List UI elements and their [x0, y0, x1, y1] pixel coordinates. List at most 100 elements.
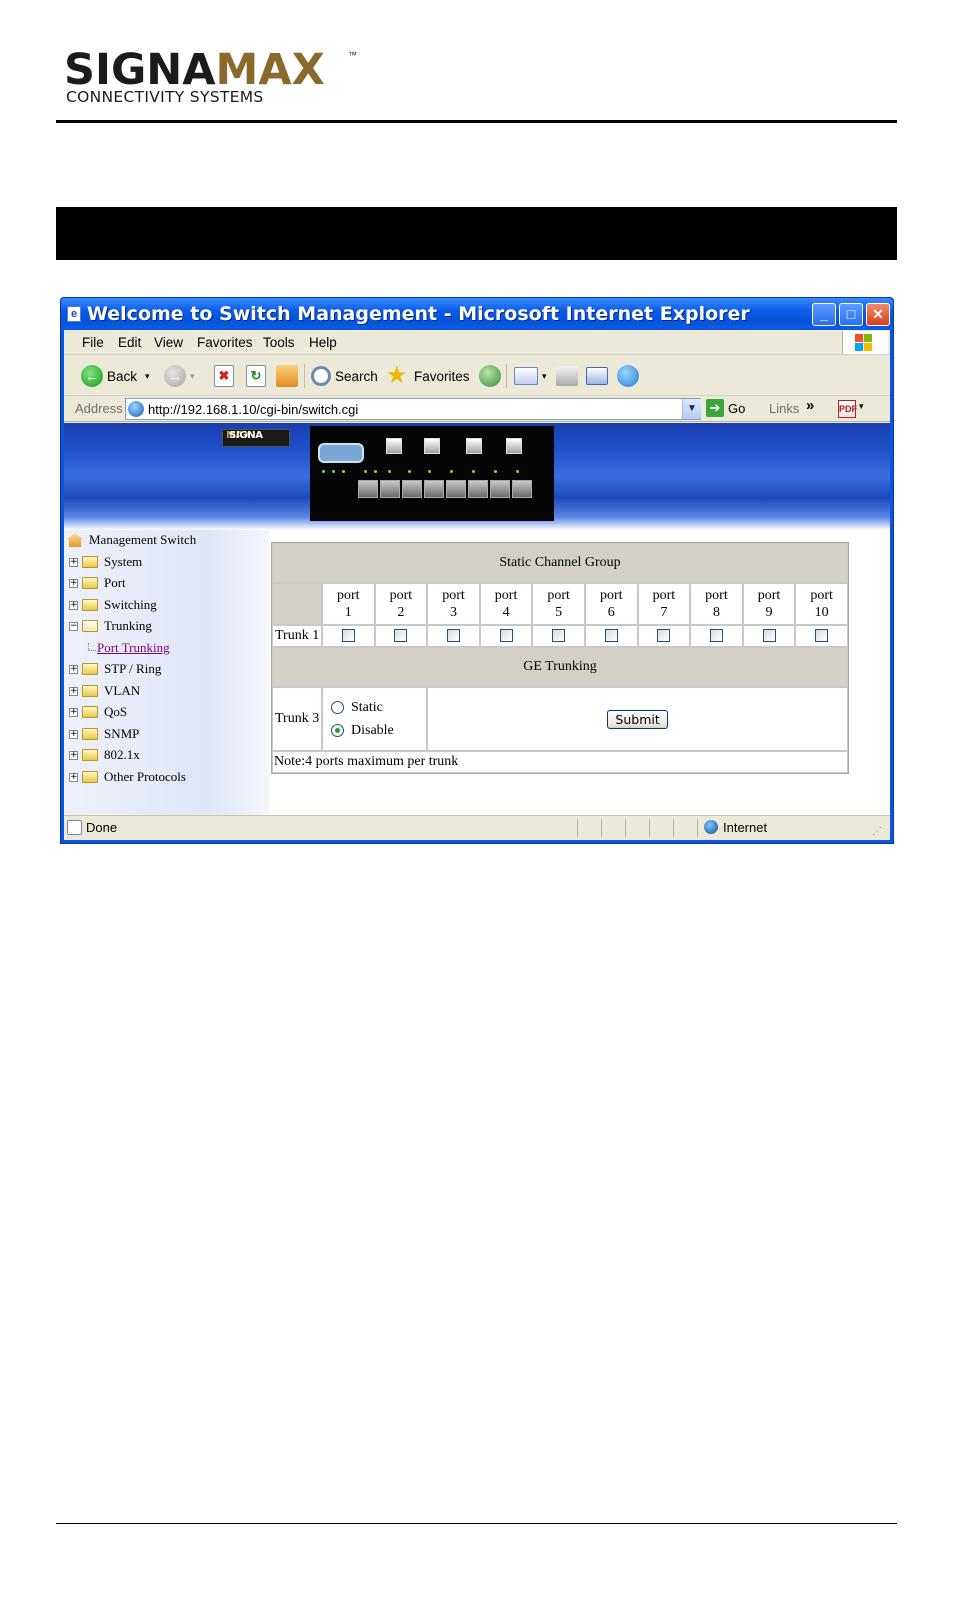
history-button[interactable] — [479, 363, 505, 389]
collapse-icon[interactable]: − — [69, 621, 78, 631]
port-header: port 6 — [584, 583, 638, 625]
expand-icon[interactable]: + — [69, 750, 78, 760]
switch-front-panel-image — [310, 426, 554, 521]
tree-root[interactable]: Management Switch — [67, 531, 196, 549]
minimize-button[interactable]: _ — [812, 303, 836, 326]
port-header: port 8 — [690, 583, 743, 625]
expand-icon[interactable]: + — [69, 772, 78, 782]
search-icon — [311, 366, 331, 386]
port-header: port 10 — [795, 583, 848, 625]
menu-tools[interactable]: Tools — [263, 335, 295, 350]
forward-arrow-icon: → — [164, 365, 186, 387]
messenger-button[interactable] — [617, 363, 643, 389]
address-bar: Address http://192.168.1.10/cgi-bin/swit… — [64, 397, 890, 422]
mail-button[interactable]: ▾ — [514, 363, 547, 389]
menu-help[interactable]: Help — [309, 335, 337, 350]
rj45-port-icon — [490, 480, 510, 498]
stop-icon: ✖ — [214, 365, 234, 387]
submit-button[interactable]: Submit — [607, 709, 668, 729]
tree-item-stp-ring[interactable]: + STP / Ring — [69, 660, 161, 678]
tree-item-port[interactable]: + Port — [69, 574, 126, 592]
trunk1-port6-checkbox[interactable] — [604, 629, 618, 643]
menu-file[interactable]: File — [82, 335, 104, 350]
tree-item-vlan[interactable]: + VLAN — [69, 682, 140, 700]
go-button[interactable]: ➔ Go — [706, 399, 745, 417]
forward-button[interactable]: → ▾ — [164, 363, 195, 389]
trunk1-port5-checkbox[interactable] — [552, 629, 566, 643]
trunk1-port3-checkbox[interactable] — [446, 629, 460, 643]
trunk1-port10-checkbox[interactable] — [815, 629, 829, 643]
expand-icon[interactable]: + — [69, 729, 78, 739]
expand-icon[interactable]: + — [69, 686, 78, 696]
favorites-button[interactable]: ★ Favorites — [386, 363, 470, 389]
static-radio[interactable] — [331, 701, 344, 714]
port-header: port 1 — [322, 583, 375, 625]
trunk3-row: Trunk 3 Static Disable Submit — [272, 687, 848, 751]
static-radio-option[interactable]: Static — [331, 696, 426, 719]
tree-item-other-protocols[interactable]: + Other Protocols — [69, 768, 186, 786]
search-button[interactable]: Search — [311, 363, 378, 389]
status-text: Done — [86, 820, 118, 835]
expand-icon[interactable]: + — [69, 707, 78, 717]
tree-item-qos[interactable]: + QoS — [69, 703, 127, 721]
trunk1-port4-checkbox[interactable] — [499, 629, 513, 643]
disable-radio-option[interactable]: Disable — [331, 719, 426, 742]
maximize-button[interactable]: □ — [839, 303, 863, 326]
mail-icon — [514, 367, 538, 385]
nav-tree: Management Switch + System + Port + Switchi… — [64, 530, 269, 815]
port-header: port 4 — [479, 583, 533, 625]
menu-view[interactable]: View — [154, 335, 183, 350]
resize-grip-icon[interactable]: ⋰ — [872, 826, 882, 837]
address-url: http://192.168.1.10/cgi-bin/switch.cgi — [148, 402, 359, 417]
trunk1-port2-checkbox[interactable] — [394, 629, 408, 643]
console-port-icon — [318, 443, 364, 463]
links-label[interactable]: Links — [769, 401, 799, 416]
pdf-dropdown-icon[interactable]: ▾ — [859, 401, 864, 412]
stop-button[interactable]: ✖ — [214, 363, 238, 389]
links-chevron-icon[interactable]: » — [806, 397, 814, 414]
trunk1-port1-checkbox[interactable] — [341, 629, 355, 643]
trunk1-row: Trunk 1 — [272, 625, 848, 647]
logo-tagline: CONNECTIVITY SYSTEMS — [66, 88, 264, 106]
home-button[interactable] — [276, 363, 302, 389]
refresh-button[interactable]: ↻ — [246, 363, 270, 389]
trunk1-port7-checkbox[interactable] — [657, 629, 671, 643]
edit-button[interactable] — [586, 363, 612, 389]
trunk1-port8-checkbox[interactable] — [709, 629, 723, 643]
tree-item-switching[interactable]: + Switching — [69, 596, 157, 614]
ge-trunking-header: GE Trunking — [272, 647, 848, 687]
title-bar[interactable]: e Welcome to Switch Management - Microso… — [61, 298, 893, 330]
address-dropdown-icon[interactable]: ▼ — [682, 399, 701, 419]
tree-item-snmp[interactable]: + SNMP — [69, 725, 139, 743]
expand-icon[interactable]: + — [69, 578, 78, 588]
expand-icon[interactable]: + — [69, 600, 78, 610]
back-button[interactable]: ← Back ▾ — [81, 363, 150, 389]
close-button[interactable]: ✕ — [866, 303, 890, 326]
rj45-port-icon — [424, 480, 444, 498]
pdf-icon[interactable]: PDF — [838, 400, 857, 418]
menu-favorites[interactable]: Favorites — [197, 335, 253, 350]
back-arrow-icon: ← — [81, 365, 103, 387]
rj45-port-icon — [446, 480, 466, 498]
disable-radio[interactable] — [331, 724, 344, 737]
menu-edit[interactable]: Edit — [118, 335, 141, 350]
print-button[interactable] — [556, 363, 582, 389]
tree-item-trunking[interactable]: − Trunking — [69, 617, 152, 635]
tree-item-port-trunking[interactable]: Port Trunking — [97, 639, 170, 657]
folder-icon — [82, 706, 98, 718]
sfp-port-icon — [506, 438, 522, 454]
address-input[interactable]: http://192.168.1.10/cgi-bin/switch.cgi ▼ — [125, 398, 701, 420]
section-bar — [56, 207, 897, 260]
printer-icon — [556, 366, 578, 386]
back-dropdown-icon[interactable]: ▾ — [145, 371, 150, 382]
folder-icon — [82, 663, 98, 675]
expand-icon[interactable]: + — [69, 557, 78, 567]
tree-item-8021x[interactable]: +802.1x — [69, 746, 140, 764]
folder-icon — [82, 556, 98, 568]
tree-item-system[interactable]: + System — [69, 553, 142, 571]
trunk1-port9-checkbox[interactable] — [762, 629, 776, 643]
expand-icon[interactable]: + — [69, 664, 78, 674]
folder-icon — [82, 685, 98, 697]
rj45-port-icon — [512, 480, 532, 498]
internet-globe-icon — [704, 820, 718, 834]
